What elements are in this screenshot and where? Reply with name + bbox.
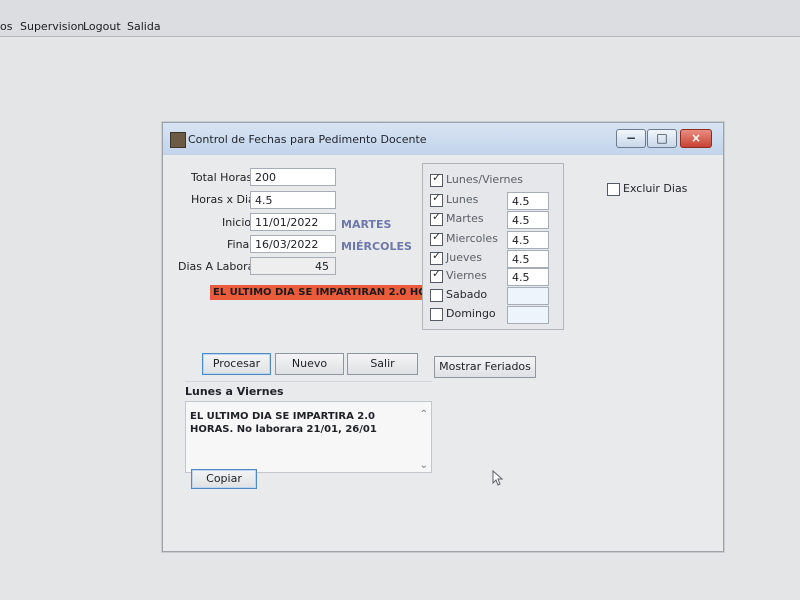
show-holidays-button[interactable]: Mostrar Feriados bbox=[434, 356, 536, 378]
sabado-hours-input[interactable] bbox=[507, 287, 549, 305]
working-days-label: Dias A Laborar bbox=[178, 260, 259, 273]
martes-checkbox[interactable]: ✓ bbox=[430, 210, 443, 226]
minimize-icon: − bbox=[625, 131, 637, 145]
maximize-button[interactable]: □ bbox=[647, 129, 677, 148]
hours-per-day-input[interactable]: 4.5 bbox=[250, 191, 336, 209]
start-label: Inicio bbox=[222, 216, 252, 229]
scroll-down-icon[interactable]: ⌄ bbox=[420, 459, 428, 472]
exit-button[interactable]: Salir bbox=[347, 353, 418, 375]
day-option-viernes[interactable]: ✓ Viernes 4.5 bbox=[430, 268, 560, 286]
viernes-label: Viernes bbox=[446, 269, 487, 282]
app-icon bbox=[170, 132, 186, 148]
hours-per-day-label: Horas x Dia bbox=[191, 193, 255, 206]
close-button[interactable]: × bbox=[680, 129, 712, 148]
final-label: Final bbox=[227, 238, 253, 251]
menu-item-os[interactable]: os bbox=[0, 20, 12, 33]
final-date-input[interactable]: 16/03/2022 bbox=[250, 235, 336, 253]
martes-label: Martes bbox=[446, 212, 484, 225]
monday-friday-checkbox[interactable]: ✓ bbox=[430, 171, 443, 187]
jueves-label: Jueves bbox=[446, 251, 482, 264]
days-group: ✓ Lunes/Viernes ✓ Lunes 4.5 ✓ Martes 4.5… bbox=[422, 163, 564, 330]
exclude-days-label: Excluir Dias bbox=[623, 182, 688, 195]
domingo-checkbox[interactable] bbox=[430, 308, 443, 321]
menu-item-logout[interactable]: Logout bbox=[83, 20, 121, 33]
lunes-checkbox[interactable]: ✓ bbox=[430, 191, 443, 207]
jueves-hours-input[interactable]: 4.5 bbox=[507, 250, 549, 268]
process-button[interactable]: Procesar bbox=[202, 353, 271, 375]
close-icon: × bbox=[690, 131, 702, 145]
domingo-label: Domingo bbox=[446, 307, 496, 320]
results-title: Lunes a Viernes bbox=[185, 381, 432, 402]
miercoles-label: Miercoles bbox=[446, 232, 498, 245]
window-title: Control de Fechas para Pedimento Docente bbox=[188, 133, 427, 146]
lunes-label: Lunes bbox=[446, 193, 479, 206]
martes-hours-input[interactable]: 4.5 bbox=[507, 211, 549, 229]
domingo-hours-input[interactable] bbox=[507, 306, 549, 324]
copy-button[interactable]: Copiar bbox=[191, 469, 257, 489]
exclude-days-option[interactable]: Excluir Dias bbox=[607, 181, 717, 199]
new-button[interactable]: Nuevo bbox=[275, 353, 344, 375]
start-day-name: MARTES bbox=[341, 218, 392, 231]
monday-friday-option[interactable]: ✓ Lunes/Viernes bbox=[430, 172, 550, 190]
check-mark-icon: ✓ bbox=[432, 171, 442, 184]
mouse-cursor-icon bbox=[492, 470, 504, 486]
menu-item-salida[interactable]: Salida bbox=[127, 20, 161, 33]
day-option-miercoles[interactable]: ✓ Miercoles 4.5 bbox=[430, 231, 560, 249]
minimize-button[interactable]: − bbox=[616, 129, 646, 148]
window-content: Total Horas 200 Horas x Dia 4.5 Inicio 1… bbox=[173, 161, 713, 541]
lunes-hours-input[interactable]: 4.5 bbox=[507, 192, 549, 210]
maximize-icon: □ bbox=[656, 131, 668, 145]
monday-friday-label: Lunes/Viernes bbox=[446, 173, 523, 186]
start-date-input[interactable]: 11/01/2022 bbox=[250, 213, 336, 231]
total-hours-input[interactable]: 200 bbox=[250, 168, 336, 186]
menu-item-supervision[interactable]: Supervision bbox=[20, 20, 84, 33]
results-text: EL ULTIMO DIA SE IMPARTIRA 2.0 HORAS. No… bbox=[190, 411, 377, 435]
scroll-up-icon[interactable]: ⌃ bbox=[420, 408, 428, 421]
day-option-domingo[interactable]: Domingo bbox=[430, 306, 560, 324]
check-mark-icon: ✓ bbox=[432, 191, 442, 204]
menu-bar: os Supervision Logout Salida bbox=[0, 0, 800, 37]
viernes-checkbox[interactable]: ✓ bbox=[430, 267, 443, 283]
sabado-checkbox[interactable] bbox=[430, 289, 443, 302]
window-titlebar[interactable]: Control de Fechas para Pedimento Docente… bbox=[163, 123, 723, 155]
check-mark-icon: ✓ bbox=[432, 210, 442, 223]
day-option-lunes[interactable]: ✓ Lunes 4.5 bbox=[430, 192, 560, 210]
check-mark-icon: ✓ bbox=[432, 267, 442, 280]
exclude-days-checkbox[interactable] bbox=[607, 183, 620, 196]
check-mark-icon: ✓ bbox=[432, 230, 442, 243]
final-day-name: MIÉRCOLES bbox=[341, 240, 412, 253]
miercoles-checkbox[interactable]: ✓ bbox=[430, 230, 443, 246]
total-hours-label: Total Horas bbox=[191, 171, 253, 184]
last-day-warning: EL ULTIMO DIA SE IMPARTIRAN 2.0 HORAS bbox=[210, 285, 449, 300]
results-textarea[interactable]: EL ULTIMO DIA SE IMPARTIRA 2.0 HORAS. No… bbox=[185, 401, 432, 473]
date-control-window: Control de Fechas para Pedimento Docente… bbox=[162, 122, 724, 552]
day-option-sabado[interactable]: Sabado bbox=[430, 287, 560, 305]
viernes-hours-input[interactable]: 4.5 bbox=[507, 268, 549, 286]
miercoles-hours-input[interactable]: 4.5 bbox=[507, 231, 549, 249]
working-days-output: 45 bbox=[250, 257, 336, 275]
sabado-label: Sabado bbox=[446, 288, 488, 301]
day-option-jueves[interactable]: ✓ Jueves 4.5 bbox=[430, 250, 560, 268]
day-option-martes[interactable]: ✓ Martes 4.5 bbox=[430, 211, 560, 229]
jueves-checkbox[interactable]: ✓ bbox=[430, 249, 443, 265]
check-mark-icon: ✓ bbox=[432, 249, 442, 262]
